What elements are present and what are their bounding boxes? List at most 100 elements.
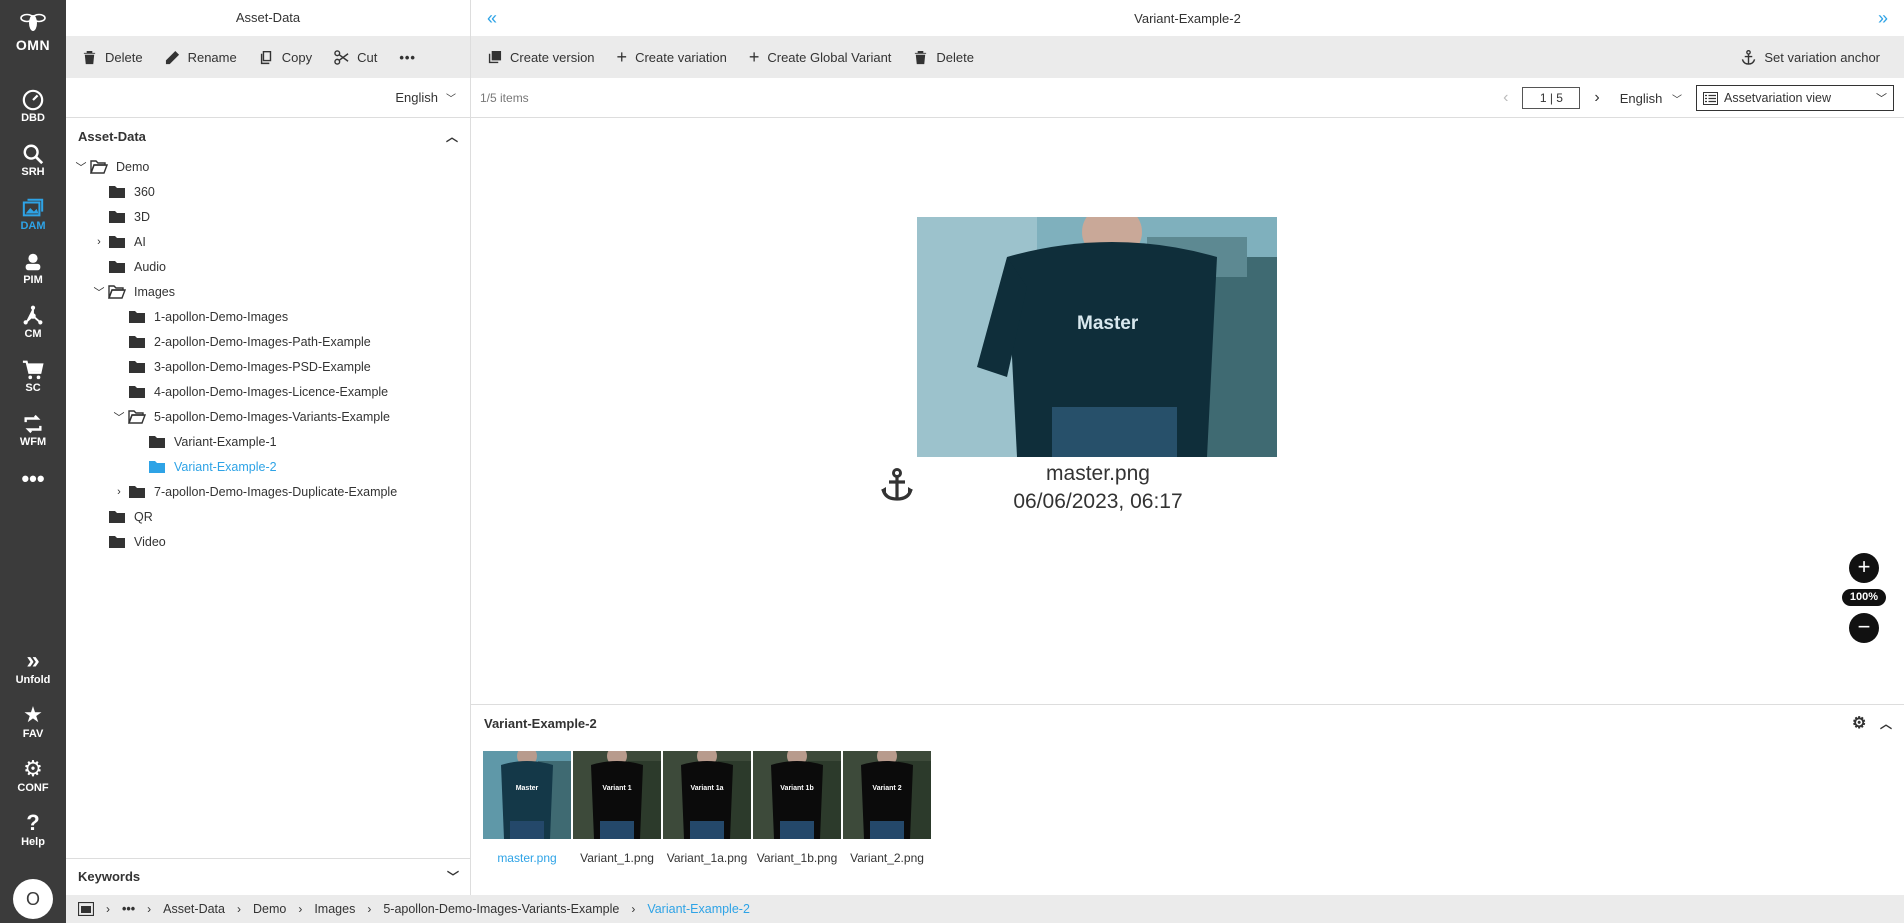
tree-item[interactable]: 3-apollon-Demo-Images-PSD-Example: [110, 354, 371, 379]
breadcrumb-ellipsis[interactable]: •••: [122, 902, 135, 916]
chevron-down-icon[interactable]: ﹀: [72, 159, 90, 175]
keywords-section-header[interactable]: Keywords ﹀: [66, 858, 471, 894]
variant-overlay-text: Variant 1: [602, 785, 632, 792]
tree-item[interactable]: 3D: [90, 204, 150, 229]
variant-overlay-text: Variant 2: [872, 785, 902, 792]
omn-logo[interactable]: OMN: [0, 10, 66, 53]
chevron-right-icon: ›: [631, 902, 636, 916]
create-global-variant-button[interactable]: + Create Global Variant: [749, 47, 892, 68]
set-variation-anchor-button[interactable]: Set variation anchor: [1741, 50, 1880, 65]
expand-right-icon[interactable]: »: [1878, 8, 1888, 29]
nav-item-dbd[interactable]: DBD: [0, 86, 66, 136]
content-language-select[interactable]: English ﹀: [1620, 91, 1682, 106]
tree-item-label: Demo: [116, 159, 150, 174]
section-title: Asset-Data: [78, 128, 146, 144]
chevron-right-icon[interactable]: ›: [90, 236, 108, 248]
breadcrumb-item[interactable]: Demo: [253, 902, 286, 916]
preview-date: 06/06/2023, 06:17: [1013, 490, 1183, 513]
chevron-right-icon: ›: [147, 902, 152, 916]
nav-item-dam[interactable]: DAM: [0, 194, 66, 244]
nav-item-help[interactable]: ? Help: [0, 810, 66, 860]
chevron-up-icon[interactable]: ︿: [1880, 717, 1892, 731]
folder-icon: [149, 435, 165, 448]
folder-tree-icon[interactable]: [78, 902, 94, 916]
tree-item[interactable]: 2-apollon-Demo-Images-Path-Example: [110, 329, 371, 354]
tree-item[interactable]: ﹀ Images: [90, 279, 176, 304]
variant-thumbnail[interactable]: Variant 1b Variant_1b.png: [753, 751, 841, 865]
tree-item[interactable]: Variant-Example-2: [130, 454, 277, 479]
variant-image: Variant 2: [843, 751, 931, 839]
zoom-out-button[interactable]: −: [1849, 613, 1879, 643]
nav-item-pim[interactable]: PIM: [0, 248, 66, 298]
tree-item[interactable]: › AI: [90, 229, 146, 254]
gear-icon[interactable]: ⚙: [1852, 715, 1866, 732]
more-actions-button[interactable]: •••: [399, 50, 416, 65]
item-count: 1/5 items: [480, 90, 529, 105]
variant-overlay-text: Variant 1b: [780, 785, 814, 792]
nav-item-srh[interactable]: SRH: [0, 140, 66, 190]
chevron-down-icon[interactable]: ﹀: [110, 409, 128, 425]
variant-thumbnail[interactable]: Variant 2 Variant_2.png: [843, 751, 931, 865]
rename-button[interactable]: Rename: [165, 50, 237, 65]
trash-icon: [915, 50, 927, 64]
nav-item-sc[interactable]: SC: [0, 356, 66, 406]
nav-item-cm[interactable]: CM: [0, 302, 66, 352]
nav-item-unfold[interactable]: » Unfold: [0, 648, 66, 698]
view-select[interactable]: Assetvariation view ﹀: [1696, 85, 1894, 111]
asset-data-section-header[interactable]: Asset-Data ︿: [66, 118, 470, 154]
tree-item[interactable]: ﹀ Demo: [72, 154, 150, 179]
tree-item[interactable]: 4-apollon-Demo-Images-Licence-Example: [110, 379, 388, 404]
variant-caption: Variant_1b.png: [756, 851, 838, 865]
delete-button[interactable]: Delete: [913, 50, 974, 65]
asset-preview-image[interactable]: Master: [917, 217, 1277, 457]
delete-button[interactable]: Delete: [82, 50, 143, 65]
breadcrumb-item[interactable]: 5-apollon-Demo-Images-Variants-Example: [383, 902, 619, 916]
tree-item-label: 5-apollon-Demo-Images-Variants-Example: [154, 409, 390, 424]
variant-thumbnails: Master master.png Variant 1 Variant_1.png Va…: [483, 751, 933, 865]
copy-button[interactable]: Copy: [259, 50, 312, 65]
user-avatar[interactable]: O: [13, 879, 53, 919]
nav-item-more[interactable]: •••: [0, 466, 66, 516]
variant-caption: Variant_1.png: [580, 851, 654, 865]
prev-page-icon[interactable]: ‹: [1503, 89, 1508, 107]
tree-item[interactable]: Audio: [90, 254, 166, 279]
copy-icon: [260, 50, 271, 64]
language-select[interactable]: English ﹀: [66, 78, 470, 118]
plus-icon: +: [748, 46, 760, 67]
page-input[interactable]: 1 | 5: [1522, 87, 1581, 109]
tree-item[interactable]: QR: [90, 504, 153, 529]
nav-item-conf[interactable]: ⚙ CONF: [0, 756, 66, 806]
plus-icon: +: [1857, 554, 1871, 579]
variant-thumbnail[interactable]: Variant 1 Variant_1.png: [573, 751, 661, 865]
tree-item-label: Video: [134, 534, 166, 549]
tree-item-label: Images: [134, 284, 175, 299]
tree-item[interactable]: 1-apollon-Demo-Images: [110, 304, 288, 329]
rename-label: Rename: [187, 49, 237, 65]
variant-caption: Variant_2.png: [850, 851, 924, 865]
tree-item[interactable]: › 7-apollon-Demo-Images-Duplicate-Example: [110, 479, 397, 504]
cut-button[interactable]: Cut: [334, 50, 377, 65]
tree-item[interactable]: 360: [90, 179, 155, 204]
nav-item-fav[interactable]: ★ FAV: [0, 702, 66, 752]
zoom-in-button[interactable]: +: [1849, 553, 1879, 583]
nav-item-wfm[interactable]: WFM: [0, 410, 66, 460]
chevron-down-icon: ﹀: [1672, 94, 1682, 106]
breadcrumb-current[interactable]: Variant-Example-2: [647, 902, 750, 916]
unfold-icon: »: [26, 647, 40, 674]
variation-anchor-icon[interactable]: [880, 468, 914, 502]
create-version-button[interactable]: Create version: [487, 50, 595, 65]
tree-item[interactable]: ﹀ 5-apollon-Demo-Images-Variants-Example: [110, 404, 390, 429]
variant-thumbnail[interactable]: Variant 1a Variant_1a.png: [663, 751, 751, 865]
breadcrumb-item[interactable]: Images: [314, 902, 355, 916]
collapse-left-icon[interactable]: «: [487, 8, 497, 29]
breadcrumb-item[interactable]: Asset-Data: [163, 902, 225, 916]
delete-label: Delete: [105, 49, 143, 65]
tree-item[interactable]: Variant-Example-1: [130, 429, 277, 454]
create-variation-button[interactable]: + Create variation: [617, 47, 727, 68]
next-page-icon[interactable]: ›: [1594, 89, 1599, 107]
language-value: English: [395, 90, 438, 105]
chevron-right-icon[interactable]: ›: [110, 486, 128, 498]
tree-item[interactable]: Video: [90, 529, 166, 554]
variant-thumbnail[interactable]: Master master.png: [483, 751, 571, 865]
chevron-down-icon[interactable]: ﹀: [90, 284, 108, 300]
